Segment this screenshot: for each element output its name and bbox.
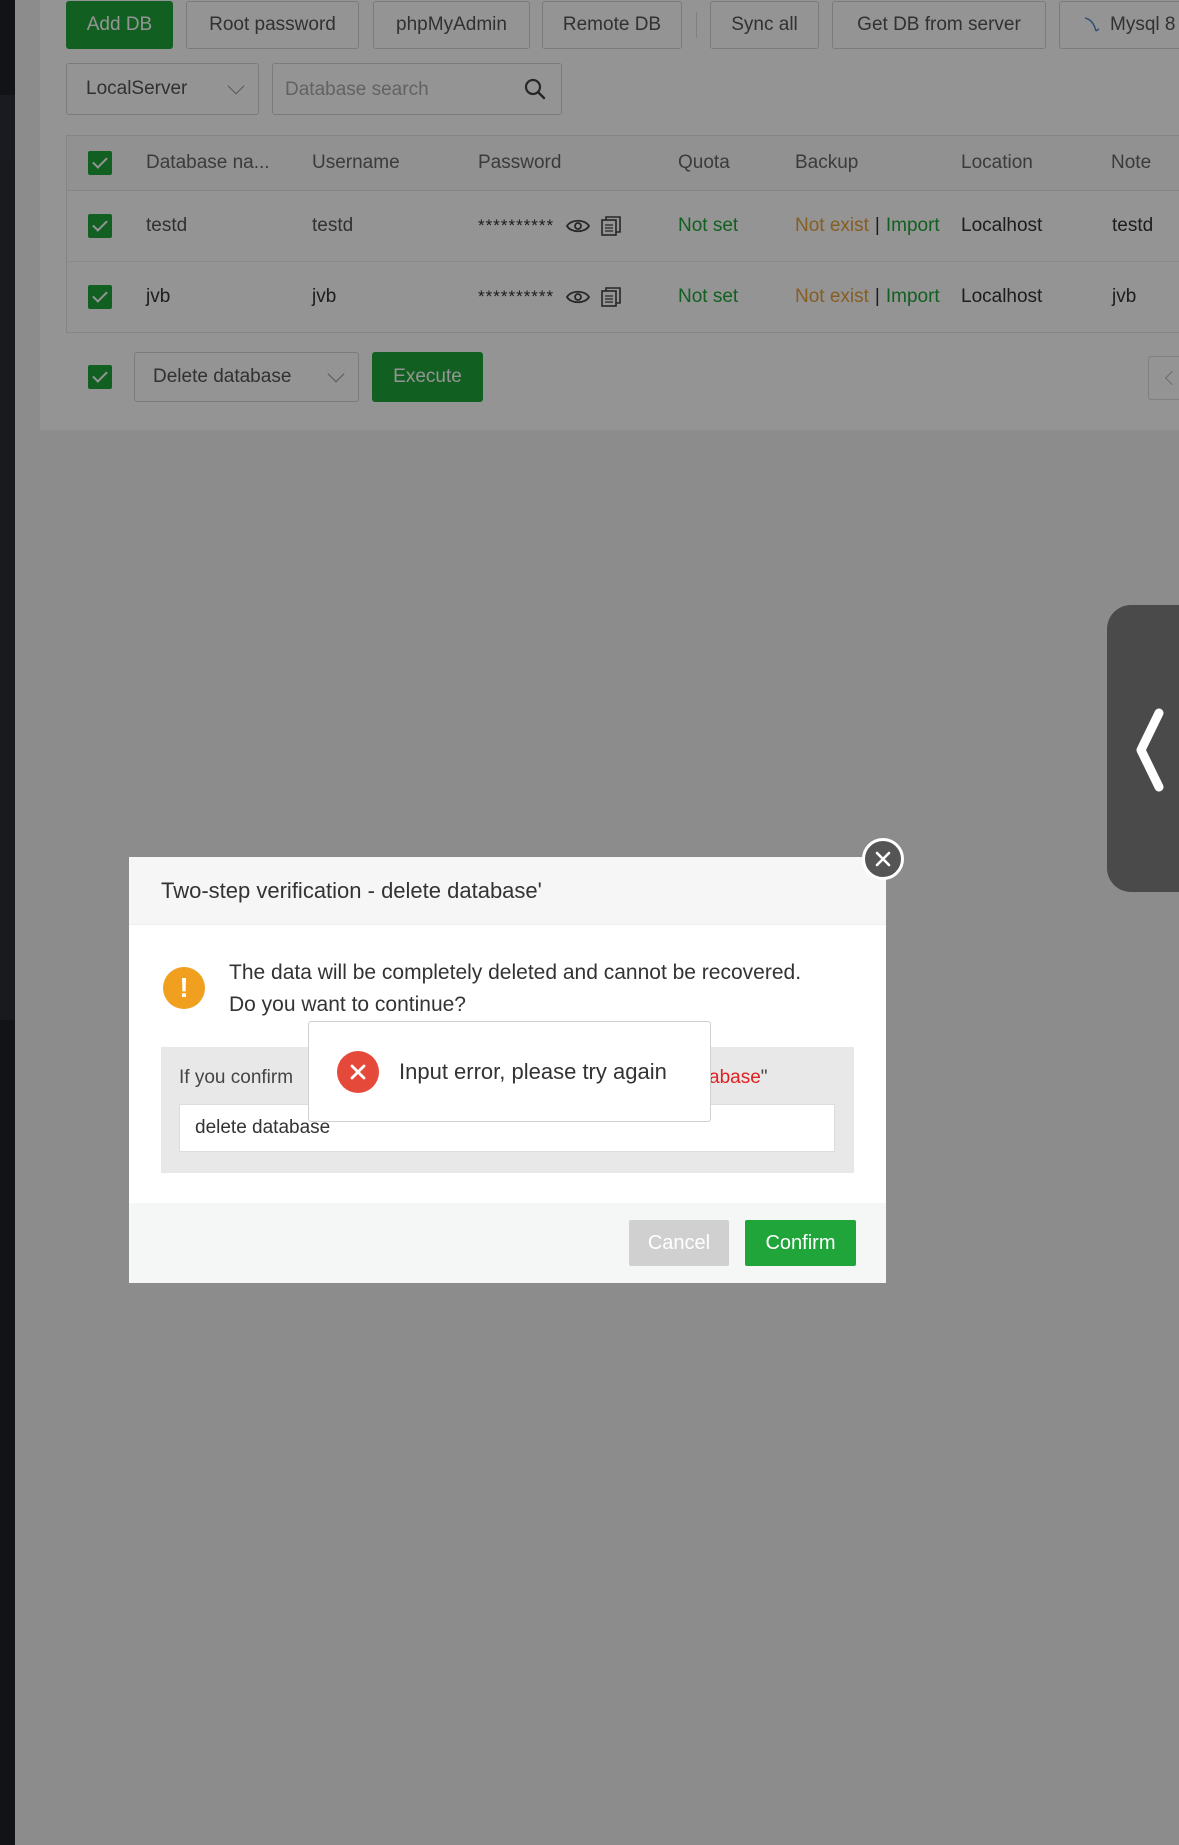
side-collapse-tab[interactable] <box>1107 605 1179 892</box>
confirm-instruction-prefix: If you confirm <box>179 1067 294 1088</box>
confirm-phrase: abase <box>709 1067 761 1088</box>
dialog-message-line2: Do you want to continue? <box>229 993 466 1016</box>
cancel-button[interactable]: Cancel <box>629 1220 729 1266</box>
error-icon <box>337 1051 379 1093</box>
toast-message: Input error, please try again <box>399 1058 667 1084</box>
confirm-instruction-tail: abase" <box>709 1067 768 1089</box>
confirm-instruction-suffix: " <box>760 1067 768 1088</box>
dialog-message: The data will be completely deleted and … <box>229 957 869 1021</box>
dialog-footer: Cancel Confirm <box>129 1203 886 1283</box>
close-icon <box>875 851 891 867</box>
error-toast: Input error, please try again <box>308 1021 711 1122</box>
dialog-title: Two-step verification - delete database' <box>129 857 886 925</box>
dialog-close-button[interactable] <box>862 838 904 880</box>
dialog-message-line1: The data will be completely deleted and … <box>229 961 802 984</box>
confirm-instruction: If you confirm abase" <box>179 1067 768 1089</box>
warning-icon: ! <box>163 967 205 1009</box>
chevron-left-icon <box>1136 708 1164 792</box>
confirm-button[interactable]: Confirm <box>745 1220 856 1266</box>
